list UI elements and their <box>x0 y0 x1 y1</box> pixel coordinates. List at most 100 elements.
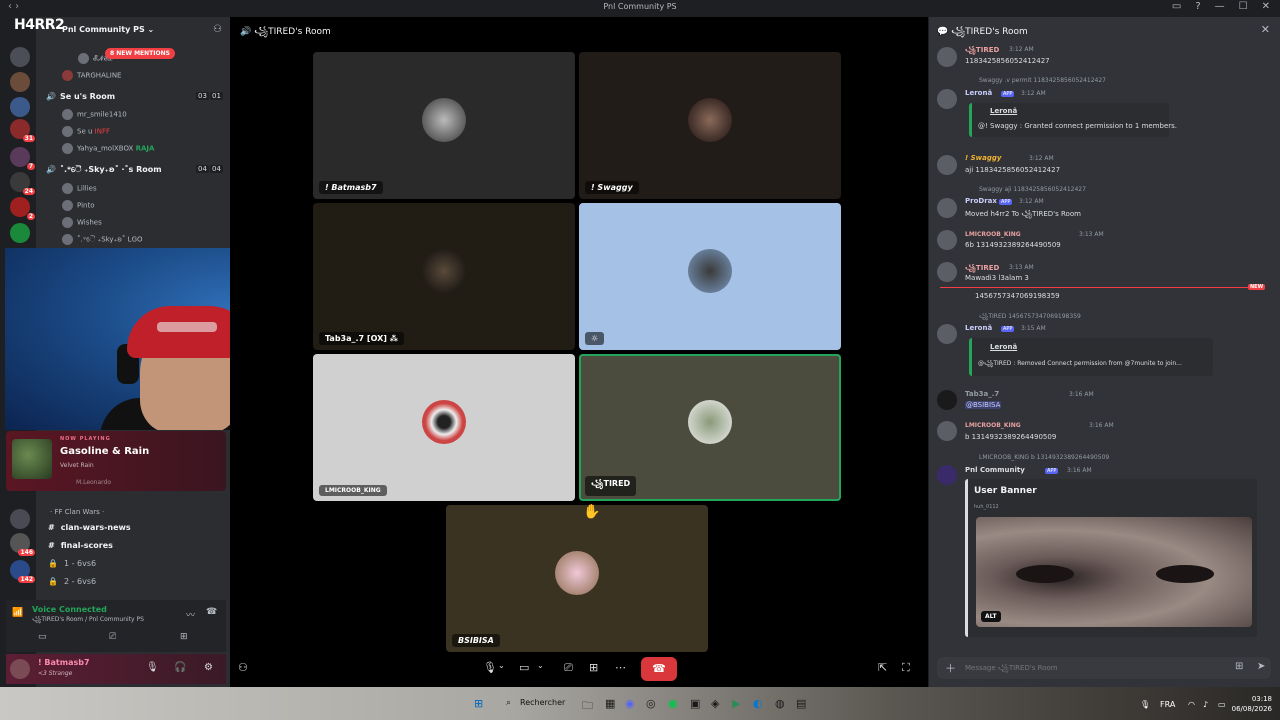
maximize-button[interactable]: ☐ <box>1239 1 1248 12</box>
member-row[interactable]: TARGHALINE <box>62 70 122 81</box>
locked-channel[interactable]: 🔒 1 - 6vs6 <box>48 559 96 568</box>
message-author[interactable]: Tab3a_.7 <box>965 390 999 398</box>
system-clock[interactable]: 03:18 06/08/2026 <box>1232 694 1272 714</box>
voice-room-path[interactable]: ꧁TIRED's Room / Pnl Community PS <box>32 615 144 627</box>
volume-icon[interactable]: ♪ <box>1203 700 1208 709</box>
server-icon[interactable]: 2 <box>10 197 35 220</box>
avatar[interactable] <box>937 465 957 485</box>
microphone-tray-icon[interactable]: 🎙 <box>1140 700 1150 709</box>
battery-icon[interactable]: ▭ <box>1218 700 1226 709</box>
participant-tile[interactable]: Tab3a_.7 [OX] ⁂ <box>313 203 575 350</box>
voice-member[interactable]: Yahya_molXBOX RAJA <box>62 143 154 154</box>
server-icon[interactable]: 7 <box>10 147 35 170</box>
text-channel[interactable]: # final-scores <box>48 541 113 550</box>
avatar[interactable] <box>937 390 957 410</box>
server-icon[interactable]: 142 <box>10 560 35 583</box>
more-options-icon[interactable]: ⋯ <box>615 661 626 674</box>
send-icon[interactable]: ➤ <box>1257 661 1265 672</box>
voice-channel[interactable]: 🔊 ˚.*ୈ ₊Sky₊ʚ˚ ·˚s Room <box>46 165 162 175</box>
hang-up-button[interactable]: ☎ <box>641 657 677 681</box>
participant-tile[interactable]: ! Batmasb7 <box>313 52 575 199</box>
video-off-icon[interactable]: ▭ <box>38 632 47 642</box>
file-explorer-icon[interactable]: 🗀 <box>582 697 593 716</box>
reply-preview[interactable]: ꧁TIRED 1456757347069198359 <box>979 312 1081 324</box>
voice-member[interactable]: Lillies <box>62 183 97 194</box>
disconnect-icon[interactable]: ☎ <box>206 607 217 617</box>
headphones-icon[interactable]: 🎧 <box>174 662 186 673</box>
gear-icon[interactable]: ⚙ <box>204 662 213 673</box>
voice-member[interactable]: Wishes <box>62 217 102 228</box>
message-author[interactable]: LMICROOB_KING <box>965 422 1021 429</box>
camera-off-icon[interactable]: ▭ <box>519 661 529 674</box>
taskbar-search-label[interactable]: Rechercher <box>520 698 565 707</box>
server-icon[interactable] <box>10 47 30 67</box>
apps-icon[interactable]: ⊞ <box>1235 661 1243 672</box>
message-author[interactable]: Pnl Community <box>965 466 1025 474</box>
app-icon[interactable]: ▤ <box>796 697 806 710</box>
participant-tile[interactable]: BSIBISA <box>446 505 708 652</box>
avatar[interactable] <box>937 262 957 282</box>
now-playing-card[interactable]: NOW PLAYING Gasoline & Rain Velvet Rain … <box>6 431 226 491</box>
reply-preview[interactable]: Swaggy .v permit 1183425856052412427 <box>979 77 1106 84</box>
edge-icon[interactable]: ◐ <box>753 697 763 710</box>
minimize-button[interactable]: — <box>1215 1 1225 12</box>
help-icon[interactable]: ? <box>1195 1 1200 12</box>
server-icon[interactable] <box>10 509 30 529</box>
close-chat-button[interactable]: ✕ <box>1261 23 1270 36</box>
avatar[interactable] <box>937 324 957 344</box>
screen-share-icon[interactable]: ⎚ <box>109 632 116 642</box>
voice-member[interactable]: mr_smile1410 <box>62 109 127 120</box>
noise-suppression-icon[interactable]: 〰 <box>186 608 195 621</box>
message-author[interactable]: Leronã <box>965 89 992 97</box>
banner-image[interactable]: ALT <box>976 517 1252 627</box>
microphone-icon[interactable]: 🎙 <box>146 662 159 673</box>
avatar[interactable] <box>937 421 957 441</box>
chevron-down-icon[interactable]: ⌄ <box>537 661 544 670</box>
server-icon[interactable] <box>10 72 30 92</box>
server-icon[interactable] <box>10 97 30 117</box>
language-indicator[interactable]: FRA <box>1160 700 1175 709</box>
server-icon[interactable]: 146 <box>10 533 35 556</box>
pop-out-icon[interactable]: ⇱ <box>878 661 887 674</box>
attach-plus-icon[interactable]: ＋ <box>945 660 956 676</box>
invite-user-icon[interactable]: ⚇ <box>238 661 248 674</box>
inbox-icon[interactable]: ▭ <box>1172 1 1181 12</box>
participant-tile-speaking[interactable]: ꧁TIRED <box>579 354 841 501</box>
message-author[interactable]: Leronã <box>965 324 992 332</box>
participant-tile[interactable]: LMICROOB_KING <box>313 354 575 501</box>
app-icon[interactable]: ▣ <box>690 697 700 710</box>
activities-icon[interactable]: ⊞ <box>180 632 188 642</box>
avatar[interactable] <box>937 230 957 250</box>
server-icon[interactable]: 24 <box>10 172 35 195</box>
avatar[interactable] <box>937 198 957 218</box>
user-mention[interactable]: @BSIBISA <box>965 401 1002 409</box>
microphone-icon[interactable]: 🎙 <box>483 661 497 674</box>
alt-text-button[interactable]: ALT <box>981 611 1001 622</box>
category-folder[interactable]: · FF Clan Wars · <box>50 508 104 516</box>
avatar[interactable] <box>937 155 957 175</box>
voice-member[interactable]: Pinto <box>62 200 94 211</box>
new-mentions-badge[interactable]: 8 NEW MENTIONS <box>105 48 175 59</box>
app-icon[interactable]: ◈ <box>711 697 719 710</box>
reply-preview[interactable]: Swaggy aji 1183425856052412427 <box>979 186 1086 193</box>
search-icon[interactable]: ⌕ <box>506 698 511 708</box>
spotify-icon[interactable]: ● <box>668 697 678 710</box>
guild-header[interactable]: Pnl Community PS ⌄ <box>62 25 154 34</box>
add-member-icon[interactable]: ⚇ <box>213 24 222 35</box>
locked-channel[interactable]: 🔒 2 - 6vs6 <box>48 577 96 586</box>
fullscreen-icon[interactable]: ⛶ <box>902 661 910 675</box>
signal-icon[interactable]: 📶 <box>12 608 23 618</box>
voice-channel[interactable]: 🔊 Se u's Room <box>46 92 115 101</box>
app-icon[interactable]: ▶ <box>732 697 740 710</box>
server-icon[interactable]: 31 <box>10 119 35 142</box>
avatar[interactable] <box>937 47 957 67</box>
screen-share-icon[interactable]: ⎚ <box>564 661 573 675</box>
app-icon[interactable]: ◍ <box>775 697 785 710</box>
windows-start-icon[interactable]: ⊞ <box>474 697 483 710</box>
discord-icon[interactable]: ◉ <box>625 697 635 710</box>
reply-preview[interactable]: LMICROOB_KING b 1314932389264490509 <box>979 454 1109 461</box>
message-author[interactable]: ProDrax <box>965 197 997 205</box>
message-input[interactable] <box>965 661 1215 675</box>
voice-member[interactable]: Se u INFF <box>62 126 110 137</box>
voice-member[interactable]: ˚.*ୈ ₊Sky₊ʚ˚ LGO <box>62 234 143 245</box>
